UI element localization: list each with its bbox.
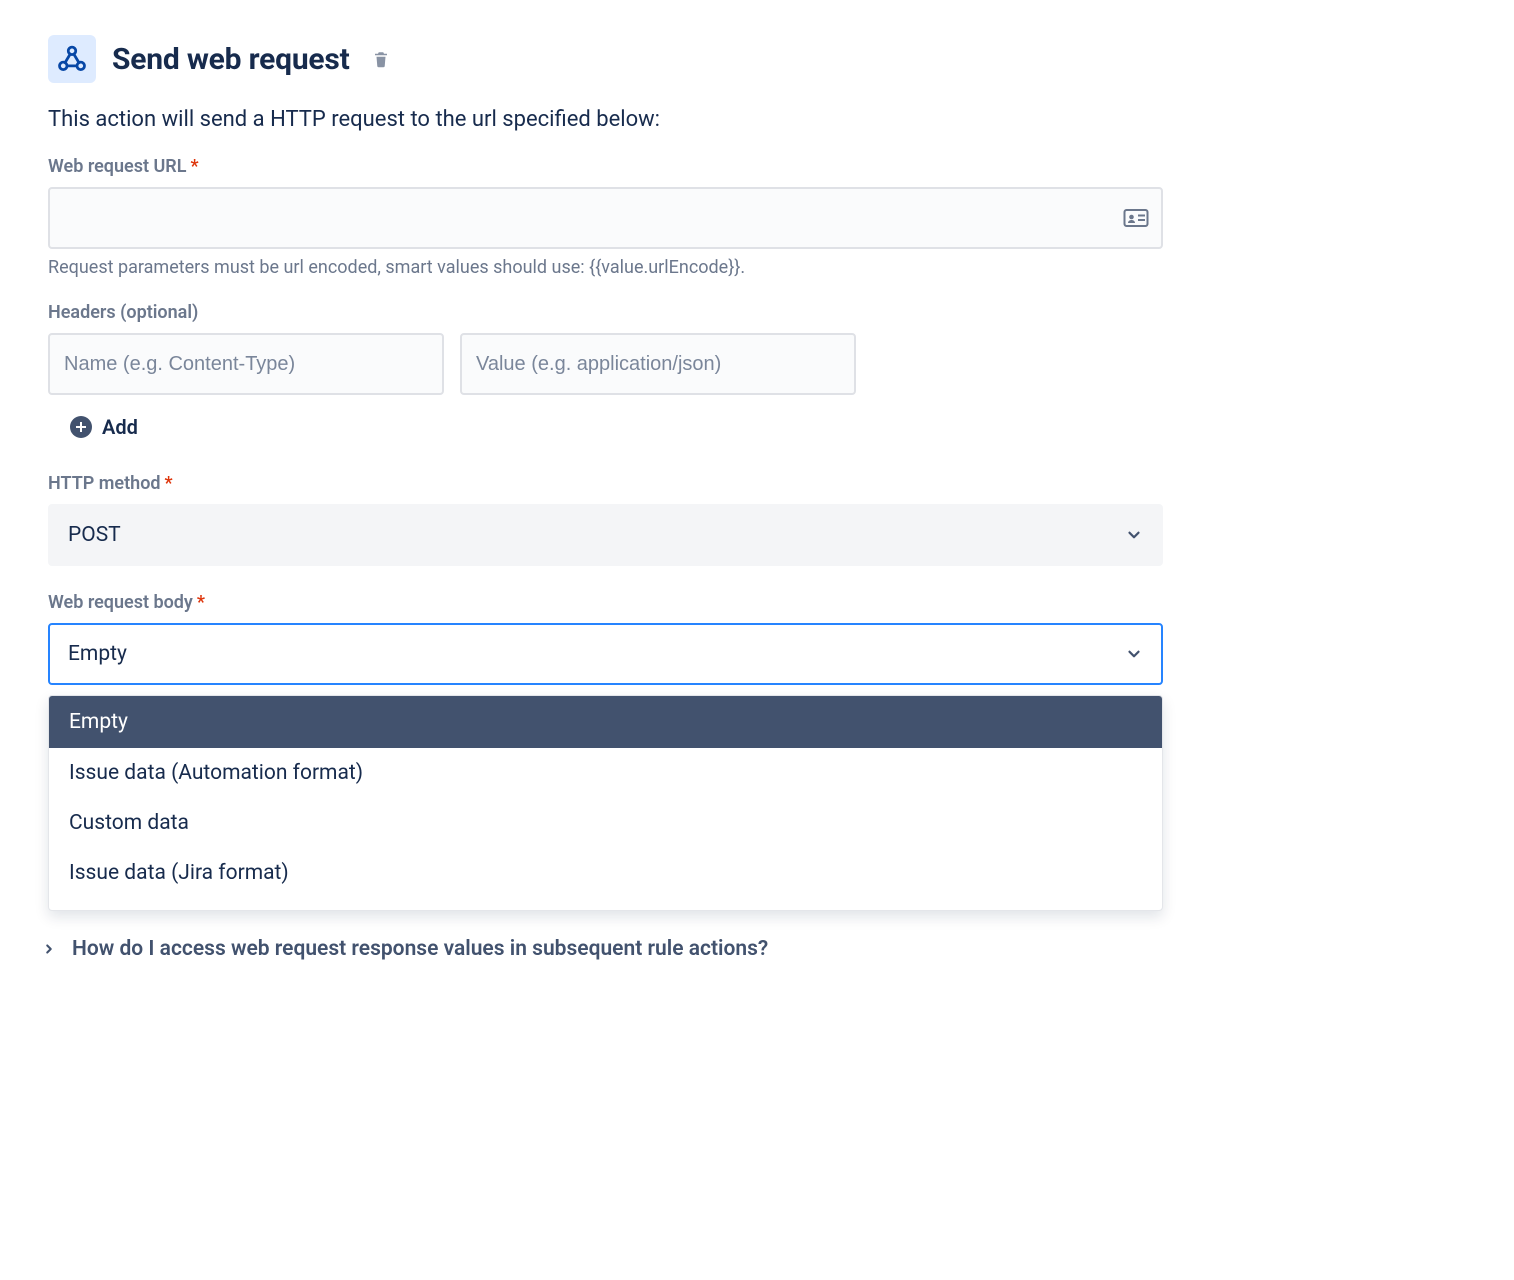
body-option-custom[interactable]: Custom data bbox=[49, 798, 1162, 848]
header-name-input[interactable] bbox=[48, 333, 444, 395]
url-label-text: Web request URL bbox=[48, 156, 186, 177]
plus-icon bbox=[70, 416, 92, 438]
required-star: * bbox=[197, 592, 205, 613]
headers-label: Headers (optional) bbox=[48, 302, 1163, 323]
action-description: This action will send a HTTP request to … bbox=[48, 107, 1163, 132]
add-header-button[interactable]: Add bbox=[70, 415, 138, 439]
body-option-empty[interactable]: Empty bbox=[49, 696, 1162, 748]
http-method-label: HTTP method * bbox=[48, 473, 1163, 494]
body-select[interactable]: Empty bbox=[48, 623, 1163, 685]
http-method-value: POST bbox=[68, 523, 121, 547]
header-row: Send web request bbox=[48, 35, 1163, 83]
url-input[interactable] bbox=[48, 187, 1163, 249]
chevron-down-icon bbox=[1125, 645, 1143, 663]
delete-icon[interactable] bbox=[372, 50, 390, 68]
required-star: * bbox=[190, 156, 198, 177]
required-star: * bbox=[165, 473, 173, 494]
chevron-down-icon bbox=[1125, 526, 1143, 544]
body-option-issue-automation[interactable]: Issue data (Automation format) bbox=[49, 748, 1162, 798]
headers-row bbox=[48, 333, 1163, 395]
header-value-input[interactable] bbox=[460, 333, 856, 395]
help-expander[interactable]: How do I access web request response val… bbox=[42, 937, 1163, 961]
http-method-label-text: HTTP method bbox=[48, 473, 161, 494]
body-dropdown: Empty Issue data (Automation format) Cus… bbox=[48, 695, 1163, 911]
url-input-wrap bbox=[48, 187, 1163, 249]
webhook-icon bbox=[48, 35, 96, 83]
chevron-right-icon bbox=[42, 942, 56, 956]
url-label: Web request URL * bbox=[48, 156, 1163, 177]
help-expander-label: How do I access web request response val… bbox=[72, 937, 768, 961]
body-label: Web request body * bbox=[48, 592, 1163, 613]
add-label: Add bbox=[102, 415, 138, 439]
body-option-issue-jira[interactable]: Issue data (Jira format) bbox=[49, 848, 1162, 898]
http-method-select[interactable]: POST bbox=[48, 504, 1163, 566]
id-card-icon[interactable] bbox=[1123, 207, 1149, 229]
page-title: Send web request bbox=[112, 42, 350, 77]
body-selected-value: Empty bbox=[68, 642, 127, 666]
url-help-text: Request parameters must be url encoded, … bbox=[48, 257, 1163, 278]
body-label-text: Web request body bbox=[48, 592, 193, 613]
